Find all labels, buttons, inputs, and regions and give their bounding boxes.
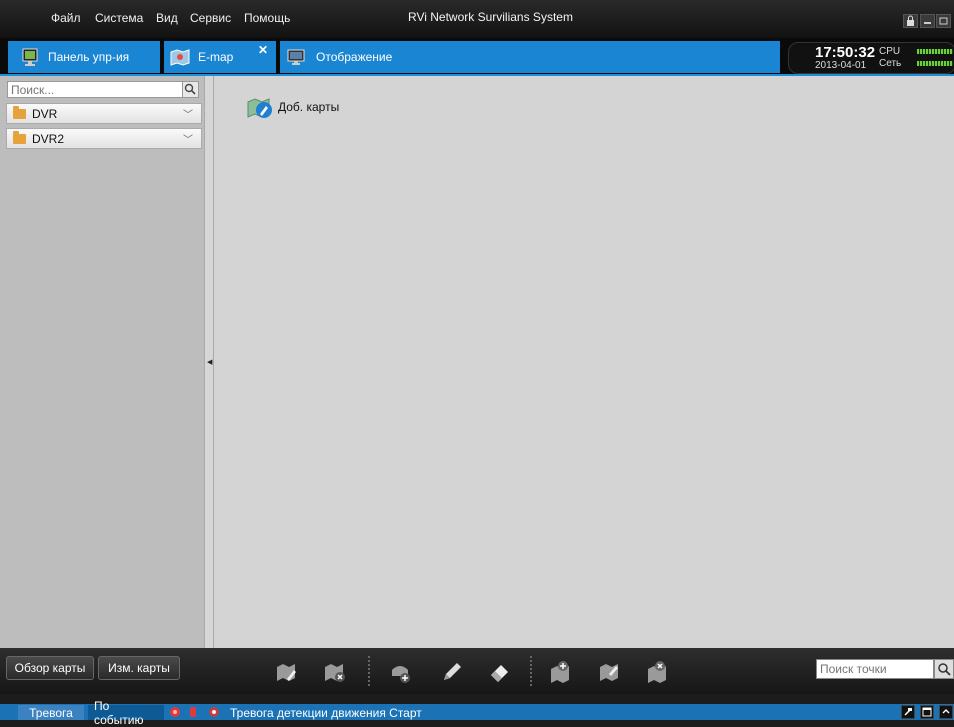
folder-icon — [13, 130, 26, 144]
network-label: Сеть — [879, 58, 902, 69]
map-area: Доб. карты — [214, 76, 954, 648]
collapse-arrow-icon[interactable]: ◀ — [207, 358, 212, 366]
tab-alarm[interactable]: Тревога — [18, 705, 84, 720]
cpu-label: CPU — [879, 46, 901, 57]
clock-widget: 17:50:32 2013-04-01 CPU Сеть — [788, 42, 954, 74]
add-map-button[interactable]: Доб. карты — [246, 94, 339, 120]
pencil-icon[interactable] — [440, 660, 464, 684]
network-meter — [917, 61, 953, 66]
map-overview-button[interactable]: Обзор карты — [6, 656, 94, 680]
folder-icon — [13, 105, 26, 119]
alarm-icon — [190, 707, 196, 717]
tab-label: Панель упр-ия — [48, 50, 130, 64]
display-monitor-icon — [287, 49, 305, 65]
device-search-box — [7, 81, 183, 98]
toolbar-separator — [530, 656, 533, 686]
lock-icon[interactable] — [903, 14, 918, 28]
edit-map-button[interactable]: Изм. карты — [98, 656, 180, 680]
tree-item-dvr[interactable]: DVR ﹀ — [6, 103, 202, 124]
point-search-box — [816, 659, 934, 679]
minimize-icon[interactable] — [920, 14, 935, 28]
tab-bar: Панель упр-ия E-map ✕ Отображение 17:50:… — [0, 38, 954, 76]
delete-hotspot-icon[interactable] — [646, 660, 670, 684]
chevron-down-icon[interactable]: ﹀ — [183, 131, 193, 146]
tab-emap[interactable]: E-map ✕ — [164, 41, 276, 73]
device-search-input[interactable] — [8, 82, 174, 97]
eraser-icon[interactable] — [488, 660, 512, 684]
tree-item-label: DVR — [32, 106, 58, 121]
tab-event[interactable]: По событию — [88, 699, 164, 727]
menu-service[interactable]: Сервис — [190, 11, 231, 25]
motion-detection-icon — [209, 707, 219, 717]
status-bar: Тревога По событию Тревога детекции движ… — [0, 699, 954, 727]
maximize-icon[interactable] — [936, 14, 951, 28]
add-camera-icon[interactable] — [388, 660, 412, 684]
device-tree-panel: DVR ﹀ DVR2 ﹀ — [0, 76, 204, 648]
menu-help[interactable]: Помощь — [244, 11, 290, 25]
edit-hotspot-icon[interactable] — [598, 660, 622, 684]
expand-icon[interactable] — [939, 705, 953, 719]
cpu-meter — [917, 49, 953, 54]
search-icon[interactable] — [182, 81, 199, 98]
add-map-label: Доб. карты — [278, 100, 340, 114]
menu-file[interactable]: Файл — [51, 11, 81, 25]
add-map-icon — [247, 98, 272, 118]
edit-map-icon[interactable] — [275, 660, 299, 684]
app-title: RVi Network Survilians System — [408, 10, 573, 24]
map-toolbar: Обзор карты Изм. карты — [0, 648, 954, 694]
close-tab-icon[interactable]: ✕ — [258, 43, 268, 57]
tab-display[interactable]: Отображение — [280, 41, 780, 73]
chevron-down-icon[interactable]: ﹀ — [183, 106, 193, 121]
menu-view[interactable]: Вид — [156, 11, 178, 25]
clock-date: 2013-04-01 — [815, 60, 867, 71]
tab-label: E-map — [198, 50, 234, 64]
status-message: Тревога детекции движения Старт — [230, 705, 422, 720]
emap-icon — [170, 49, 190, 66]
alarm-icon — [170, 707, 180, 717]
point-search-input[interactable] — [817, 660, 933, 678]
tree-item-label: DVR2 — [32, 131, 65, 146]
toolbar-separator — [368, 656, 371, 686]
delete-map-icon[interactable] — [323, 660, 347, 684]
menu-system[interactable]: Система — [95, 11, 143, 25]
search-icon[interactable] — [934, 659, 954, 679]
clock-time: 17:50:32 — [815, 44, 876, 61]
tab-control-panel[interactable]: Панель упр-ия — [8, 41, 160, 73]
tree-item-dvr2[interactable]: DVR2 ﹀ — [6, 128, 202, 149]
pin-icon[interactable] — [901, 705, 915, 719]
menu-bar: Файл Система Вид Сервис Помощь RVi Netwo… — [0, 0, 954, 38]
window-icon[interactable] — [920, 705, 934, 719]
add-hotspot-icon[interactable] — [549, 660, 573, 684]
control-panel-icon — [22, 48, 38, 66]
tab-label: Отображение — [316, 50, 393, 64]
